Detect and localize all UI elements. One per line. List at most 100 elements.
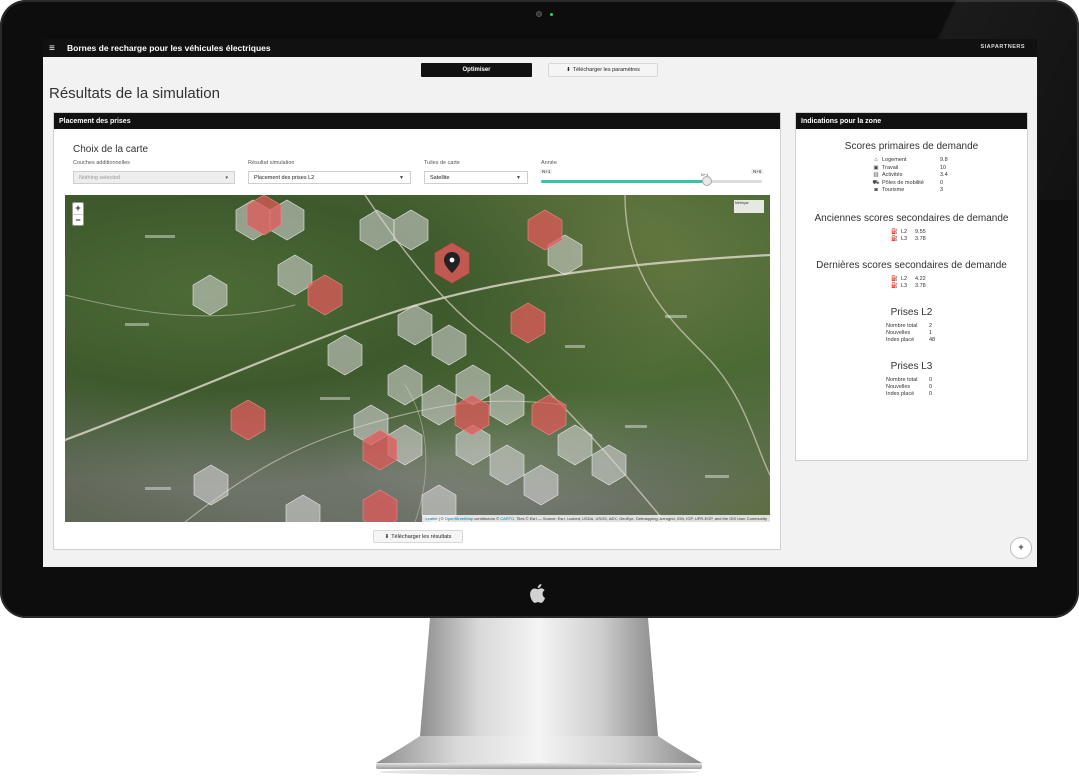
monitor-stand <box>376 618 702 775</box>
sim-result-label: Résultat simulation <box>248 160 295 166</box>
map-canvas <box>65 195 770 522</box>
prises-value: 0 <box>929 383 933 390</box>
secondary-score-value: 4.22 <box>915 275 926 282</box>
prises-l2-row-index: Index placé 48 <box>886 337 1027 344</box>
menu-icon[interactable]: ≡ <box>49 43 59 54</box>
briefcase-icon: ▣ <box>873 164 879 171</box>
old-secondary-list: ⛽ L2 9.55 ⛽ L3 3.78 <box>891 229 1011 243</box>
score-row-activites: ▥ Activités 3.4 <box>870 172 1027 180</box>
prises-value: 0 <box>929 376 933 383</box>
score-label: Tourisme <box>882 187 905 193</box>
layers-select[interactable]: Nothing selected ▾ <box>73 171 235 184</box>
home-icon: ⌂ <box>874 157 878 163</box>
new-secondary-list: ⛽ L2 4.22 ⛽ L3 3.78 <box>891 276 1011 290</box>
charger-icon: ⛽ <box>891 282 898 289</box>
placement-panel-header: Placement des prises <box>54 113 780 129</box>
prises-value: 0 <box>929 390 933 397</box>
attribution-text-3: , Tiles © Esri — Source: Esri, i-cubed, … <box>514 516 767 521</box>
attribution-link-osm[interactable]: OpenStreetMap <box>445 516 473 521</box>
map-view[interactable]: + − Métrique Leaflet | © OpenStreetMap c… <box>65 195 770 522</box>
attribution-text-2: contributors © <box>473 516 501 521</box>
placement-panel: Placement des prises Choix de la carte C… <box>53 112 781 550</box>
apple-logo-icon <box>529 582 549 604</box>
sim-result-select[interactable]: Placement des prises L2 ▼ <box>248 171 411 184</box>
download-icon: ⬇ <box>384 533 390 540</box>
prises-l3-section: Prises L3 Nombre total 0 Nouvelles 0 Index… <box>796 361 1027 398</box>
chevron-down-icon: ▼ <box>399 175 404 181</box>
old-secondary-section: Anciennes scores secondaires de demande … <box>796 213 1027 243</box>
prises-l3-row-total: Nombre total 0 <box>886 377 1027 384</box>
download-results-button[interactable]: ⬇ Télécharger les résultats <box>373 530 463 543</box>
attribution-text-1: | © <box>437 516 445 521</box>
map-labels <box>125 235 729 490</box>
prises-value: 2 <box>929 322 933 329</box>
secondary-score-value: 3.78 <box>915 235 926 242</box>
tiles-label: Tuiles de carte <box>424 160 460 166</box>
year-slider-max: N+6 <box>751 169 764 174</box>
prises-label: Nouvelles <box>886 329 911 336</box>
app-screen: ≡ Bornes de recharge pour les véhicules … <box>43 39 1037 567</box>
year-label: Année <box>541 160 557 166</box>
plug-type-label: L3 <box>901 235 908 242</box>
prises-l2-section: Prises L2 Nombre total 2 Nouvelles 1 Index… <box>796 307 1027 344</box>
score-label: Pôles de mobilité <box>882 179 924 186</box>
prises-l2-list: Nombre total 2 Nouvelles 1 Index placé 48 <box>886 323 1027 344</box>
car-icon: ⛟ <box>872 179 880 186</box>
download-params-label: Télécharger les paramètres <box>572 67 640 73</box>
year-slider-fill <box>541 180 707 183</box>
zoom-in-button[interactable]: + <box>73 203 83 215</box>
plug-type-label: L2 <box>901 275 908 282</box>
help-button[interactable]: + <box>1010 537 1032 559</box>
charger-icon: ⛽ <box>891 228 898 235</box>
year-slider-handle[interactable] <box>701 176 712 186</box>
prises-l3-list: Nombre total 0 Nouvelles 0 Index placé 0 <box>886 377 1027 398</box>
zoom-out-button[interactable]: − <box>73 215 83 227</box>
score-value: 3 <box>940 187 944 193</box>
prises-l3-row-new: Nouvelles 0 <box>886 384 1027 391</box>
layers-select-value: Nothing selected <box>79 174 120 181</box>
chevron-down-icon: ▼ <box>516 175 521 181</box>
score-value: 3.4 <box>940 172 948 178</box>
score-row-mobilite: ⛟ Pôles de mobilité 0 <box>870 180 1027 188</box>
prises-value: 48 <box>929 336 936 343</box>
top-navbar: ≡ Bornes de recharge pour les véhicules … <box>43 39 1037 57</box>
plug-type-label: L3 <box>901 282 908 289</box>
map-attribution: Leaflet | © OpenStreetMap contributors ©… <box>422 515 770 522</box>
download-params-button[interactable]: ⬇ Télécharger les paramètres <box>548 63 658 77</box>
old-secondary-row-l3: ⛽ L3 3.78 <box>891 236 1011 243</box>
score-label: Activités <box>882 172 903 178</box>
score-label: Travail <box>882 164 899 171</box>
year-slider[interactable] <box>541 176 762 186</box>
prises-l3-row-index: Index placé 0 <box>886 391 1027 398</box>
prises-label: Index placé <box>886 336 915 343</box>
attribution-link-leaflet[interactable]: Leaflet <box>425 516 437 521</box>
old-secondary-row-l2: ⛽ L2 9.55 <box>891 229 1011 236</box>
optimize-button[interactable]: Optimiser <box>421 63 532 77</box>
score-row-tourisme: ◙ Tourisme 3 <box>870 187 1027 195</box>
download-results-label: Télécharger les résultats <box>391 533 452 540</box>
attribution-link-carto[interactable]: CARTO <box>500 516 514 521</box>
download-icon: ⬇ <box>566 67 571 73</box>
prises-label: Index placé <box>886 390 915 397</box>
camera-icon: ◙ <box>874 187 878 193</box>
secondary-score-value: 3.78 <box>915 282 926 289</box>
plug-type-label: L2 <box>901 228 908 235</box>
prises-label: Nombre total <box>886 322 918 329</box>
tiles-select[interactable]: Satellite ▼ <box>424 171 528 184</box>
new-secondary-section: Dernières scores secondaires de demande … <box>796 260 1027 290</box>
layers-label: Couches additionnelles <box>73 160 130 166</box>
brand-logo: SIAPARTNERS <box>980 44 1025 50</box>
page-title: Résultats de la simulation <box>49 85 220 102</box>
map-choice-title: Choix de la carte <box>73 144 149 155</box>
zone-indications-header: Indications pour la zone <box>796 113 1027 129</box>
score-value: 10 <box>940 164 947 171</box>
score-row-travail: ▣ Travail 10 <box>870 165 1027 173</box>
chevron-down-icon: ▾ <box>225 175 228 181</box>
new-secondary-row-l3: ⛽ L3 3.78 <box>891 283 1011 290</box>
score-value: 0 <box>940 179 944 186</box>
primary-scores-list: ⌂ Logement 9.8 ▣ Travail 10 ▥ Activités 3.4 ⛟ P… <box>870 157 1027 195</box>
new-secondary-row-l2: ⛽ L2 4.22 <box>891 276 1011 283</box>
year-slider-min: N+1 <box>540 169 553 174</box>
prises-l2-title: Prises L2 <box>890 306 933 318</box>
sim-result-select-value: Placement des prises L2 <box>254 174 315 181</box>
